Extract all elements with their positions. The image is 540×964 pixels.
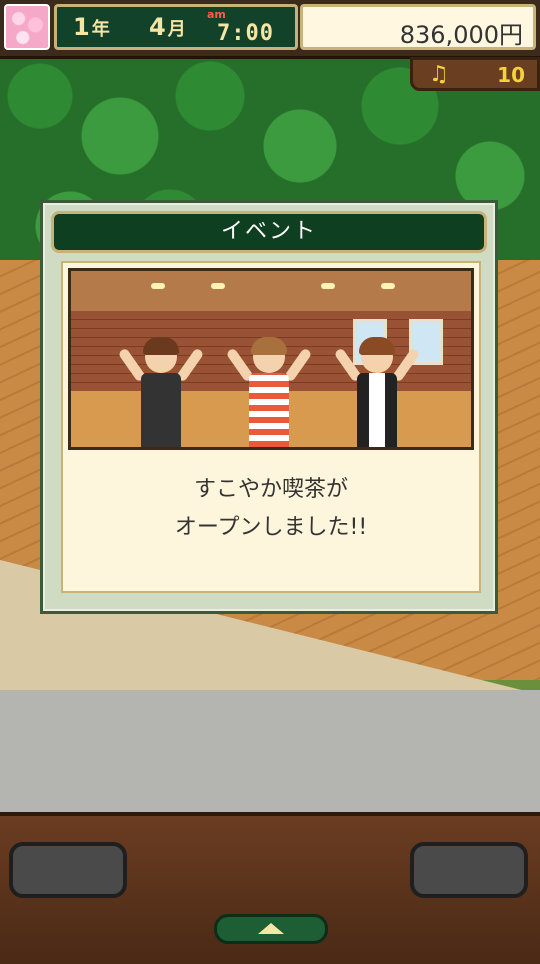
music-note-icon: ♫ — [429, 62, 449, 87]
music-value: 10 — [497, 63, 525, 87]
month-unit: 月 — [167, 19, 186, 40]
month-number: 4 — [149, 13, 166, 41]
up-arrow-icon — [258, 923, 284, 934]
music-counter: ♫ 10 — [410, 57, 540, 91]
month-display: 4月 — [149, 13, 186, 41]
illustration-ceiling — [71, 271, 471, 311]
year-number: 1 — [73, 13, 90, 41]
top-hud: 1年 4月 am 7:00 836,000円 — [0, 0, 540, 59]
year-display: 1年 — [73, 13, 110, 41]
event-dialog[interactable]: イベント すこやか喫茶が オープンしました!! — [40, 200, 498, 614]
staff-waitress — [225, 337, 313, 447]
menu-toggle-button[interactable] — [214, 914, 328, 944]
year-unit: 年 — [91, 19, 110, 40]
event-message: すこやか喫茶が オープンしました!! — [63, 471, 479, 547]
money-value: 836,000円 — [399, 21, 523, 49]
street-ground — [0, 690, 540, 830]
money-display: 836,000円 — [300, 4, 536, 50]
dialog-title: イベント — [51, 211, 487, 253]
right-action-button[interactable] — [410, 842, 528, 898]
ceiling-lamp — [381, 283, 395, 289]
ceiling-lamp — [211, 283, 225, 289]
staff-chef — [117, 337, 205, 447]
event-illustration — [68, 268, 474, 450]
event-message-line1: すこやか喫茶が — [193, 477, 348, 502]
dialog-body: すこやか喫茶が オープンしました!! — [61, 261, 481, 593]
cherry-blossom-icon — [4, 4, 50, 50]
clock-time: 7:00 — [217, 21, 274, 46]
left-action-button[interactable] — [9, 842, 127, 898]
staff-maid — [333, 337, 421, 447]
ceiling-lamp — [321, 283, 335, 289]
ceiling-lamp — [151, 283, 165, 289]
date-display: 1年 4月 am 7:00 — [54, 4, 298, 50]
ampm-indicator: am — [207, 8, 226, 21]
event-message-line2: オープンしました!! — [174, 515, 368, 540]
